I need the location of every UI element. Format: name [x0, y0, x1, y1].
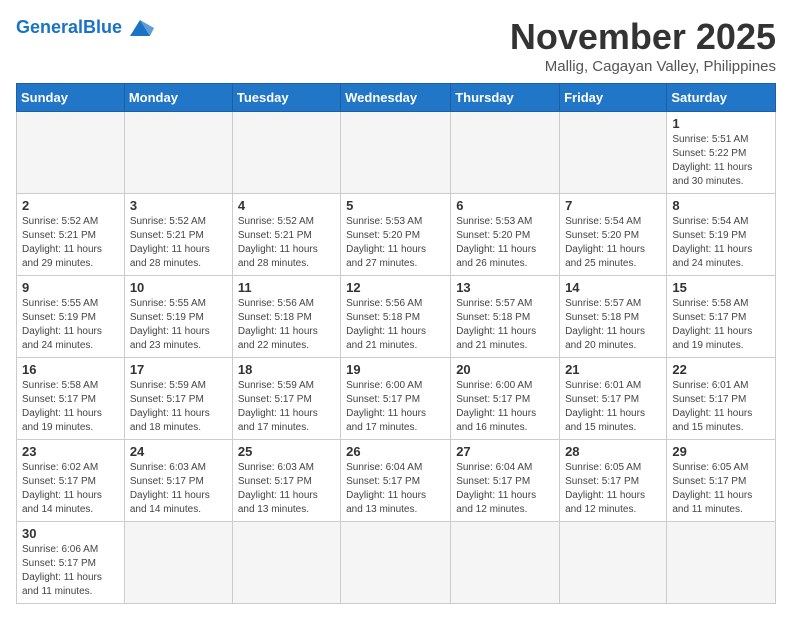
day-19: 19 Sunrise: 6:00 AM Sunset: 5:17 PM Dayl… [341, 358, 451, 440]
day-9: 9 Sunrise: 5:55 AM Sunset: 5:19 PM Dayli… [17, 276, 125, 358]
header-saturday: Saturday [667, 84, 776, 112]
month-title: November 2025 [510, 16, 776, 58]
header-thursday: Thursday [451, 84, 560, 112]
calendar-table: Sunday Monday Tuesday Wednesday Thursday… [16, 83, 776, 604]
day-11: 11 Sunrise: 5:56 AM Sunset: 5:18 PM Dayl… [232, 276, 340, 358]
title-area: November 2025 Mallig, Cagayan Valley, Ph… [510, 16, 776, 75]
empty-cell [560, 522, 667, 604]
day-26: 26 Sunrise: 6:04 AM Sunset: 5:17 PM Dayl… [341, 440, 451, 522]
empty-cell [232, 522, 340, 604]
empty-cell [232, 112, 340, 194]
logo-general: General [16, 17, 83, 37]
day-30: 30 Sunrise: 6:06 AM Sunset: 5:17 PM Dayl… [17, 522, 125, 604]
day-8: 8 Sunrise: 5:54 AM Sunset: 5:19 PM Dayli… [667, 194, 776, 276]
day-27: 27 Sunrise: 6:04 AM Sunset: 5:17 PM Dayl… [451, 440, 560, 522]
day-7: 7 Sunrise: 5:54 AM Sunset: 5:20 PM Dayli… [560, 194, 667, 276]
day-1: 1 Sunrise: 5:51 AM Sunset: 5:22 PM Dayli… [667, 112, 776, 194]
day-22: 22 Sunrise: 6:01 AM Sunset: 5:17 PM Dayl… [667, 358, 776, 440]
day-10: 10 Sunrise: 5:55 AM Sunset: 5:19 PM Dayl… [124, 276, 232, 358]
day-21: 21 Sunrise: 6:01 AM Sunset: 5:17 PM Dayl… [560, 358, 667, 440]
day-24: 24 Sunrise: 6:03 AM Sunset: 5:17 PM Dayl… [124, 440, 232, 522]
empty-cell [341, 112, 451, 194]
header-tuesday: Tuesday [232, 84, 340, 112]
header-sunday: Sunday [17, 84, 125, 112]
day-5: 5 Sunrise: 5:53 AM Sunset: 5:20 PM Dayli… [341, 194, 451, 276]
empty-cell [451, 112, 560, 194]
header: GeneralBlue November 2025 Mallig, Cagaya… [16, 16, 776, 75]
empty-cell [124, 112, 232, 194]
week-row-4: 16 Sunrise: 5:58 AM Sunset: 5:17 PM Dayl… [17, 358, 776, 440]
week-row-2: 2 Sunrise: 5:52 AM Sunset: 5:21 PM Dayli… [17, 194, 776, 276]
day-6: 6 Sunrise: 5:53 AM Sunset: 5:20 PM Dayli… [451, 194, 560, 276]
day-29: 29 Sunrise: 6:05 AM Sunset: 5:17 PM Dayl… [667, 440, 776, 522]
weekday-header-row: Sunday Monday Tuesday Wednesday Thursday… [17, 84, 776, 112]
day-23: 23 Sunrise: 6:02 AM Sunset: 5:17 PM Dayl… [17, 440, 125, 522]
day-25: 25 Sunrise: 6:03 AM Sunset: 5:17 PM Dayl… [232, 440, 340, 522]
week-row-5: 23 Sunrise: 6:02 AM Sunset: 5:17 PM Dayl… [17, 440, 776, 522]
logo-icon [126, 16, 154, 38]
empty-cell [451, 522, 560, 604]
logo: GeneralBlue [16, 16, 154, 38]
logo-blue: Blue [83, 17, 122, 37]
empty-cell [560, 112, 667, 194]
day-18: 18 Sunrise: 5:59 AM Sunset: 5:17 PM Dayl… [232, 358, 340, 440]
week-row-6: 30 Sunrise: 6:06 AM Sunset: 5:17 PM Dayl… [17, 522, 776, 604]
empty-cell [667, 522, 776, 604]
header-wednesday: Wednesday [341, 84, 451, 112]
day-13: 13 Sunrise: 5:57 AM Sunset: 5:18 PM Dayl… [451, 276, 560, 358]
week-row-3: 9 Sunrise: 5:55 AM Sunset: 5:19 PM Dayli… [17, 276, 776, 358]
empty-cell [124, 522, 232, 604]
day-3: 3 Sunrise: 5:52 AM Sunset: 5:21 PM Dayli… [124, 194, 232, 276]
day-4: 4 Sunrise: 5:52 AM Sunset: 5:21 PM Dayli… [232, 194, 340, 276]
header-friday: Friday [560, 84, 667, 112]
day-2: 2 Sunrise: 5:52 AM Sunset: 5:21 PM Dayli… [17, 194, 125, 276]
day-17: 17 Sunrise: 5:59 AM Sunset: 5:17 PM Dayl… [124, 358, 232, 440]
day-16: 16 Sunrise: 5:58 AM Sunset: 5:17 PM Dayl… [17, 358, 125, 440]
day-20: 20 Sunrise: 6:00 AM Sunset: 5:17 PM Dayl… [451, 358, 560, 440]
location-title: Mallig, Cagayan Valley, Philippines [510, 58, 776, 75]
week-row-1: 1 Sunrise: 5:51 AM Sunset: 5:22 PM Dayli… [17, 112, 776, 194]
logo-text: GeneralBlue [16, 18, 122, 36]
day-15: 15 Sunrise: 5:58 AM Sunset: 5:17 PM Dayl… [667, 276, 776, 358]
header-monday: Monday [124, 84, 232, 112]
day-14: 14 Sunrise: 5:57 AM Sunset: 5:18 PM Dayl… [560, 276, 667, 358]
empty-cell [17, 112, 125, 194]
day-28: 28 Sunrise: 6:05 AM Sunset: 5:17 PM Dayl… [560, 440, 667, 522]
empty-cell [341, 522, 451, 604]
day-12: 12 Sunrise: 5:56 AM Sunset: 5:18 PM Dayl… [341, 276, 451, 358]
